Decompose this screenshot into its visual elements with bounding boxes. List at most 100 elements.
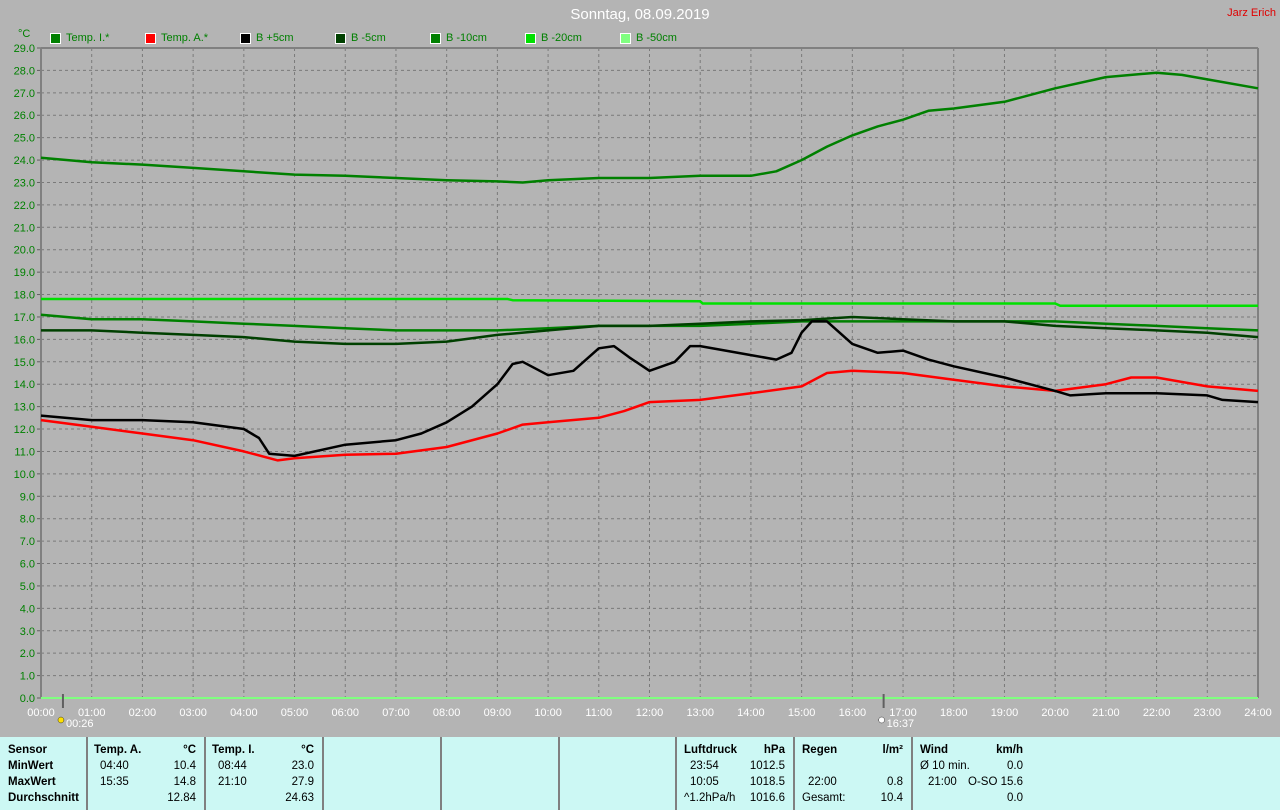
pressure-current: 1016.6 [749,792,785,804]
x-tick-label: 23:00 [1194,707,1222,719]
col-rain: Regen l/m² 22:00 0.8 Gesamt: 10.4 [795,737,913,810]
pressure-unit: hPa [763,744,785,756]
avg-label: Durchschnitt [8,792,79,804]
y-tick-label: 25.0 [14,133,35,145]
wind-unit: km/h [996,744,1023,756]
x-tick-label: 12:00 [636,707,664,719]
wind-header: Wind [920,744,948,756]
rain-unit: l/m² [882,744,903,756]
x-tick-label: 07:00 [382,707,410,719]
x-tick-label: 09:00 [484,707,512,719]
y-tick-label: 0.0 [20,693,35,705]
temp-i-max-time: 21:10 [218,776,247,788]
y-tick-label: 8.0 [20,514,35,526]
temp-i-unit: °C [301,744,314,756]
x-tick-label: 15:00 [788,707,816,719]
y-tick-label: 28.0 [14,65,35,77]
temp-a-min: 10.4 [173,760,196,772]
pressure-min-time: 23:54 [690,760,719,772]
sensor-header: Sensor [8,744,47,756]
y-tick-label: 7.0 [20,536,35,548]
temp-a-unit: °C [183,744,196,756]
temp-a-min-time: 04:40 [100,760,129,772]
rain-max: 0.8 [887,776,903,788]
col-empty-3 [560,737,677,810]
y-tick-label: 4.0 [20,603,35,615]
wind-avg: 0.0 [1007,760,1023,772]
col-temp-a: Temp. A. °C 04:40 10.4 15:35 14.8 12.84 [88,737,206,810]
temp-a-max-time: 15:35 [100,776,129,788]
x-tick-label: 22:00 [1143,707,1171,719]
pressure-min: 1012.5 [749,760,785,772]
pressure-trend: ^1.2hPa/h [684,792,736,804]
y-tick-label: 10.0 [14,469,35,481]
y-tick-label: 23.0 [14,177,35,189]
temp-a-avg: 12.84 [167,792,196,804]
temp-a-max: 14.8 [173,776,196,788]
y-tick-label: 24.0 [14,155,35,167]
x-tick-label: 21:00 [1092,707,1120,719]
sun-marker-label: 16:37 [887,718,915,730]
temp-i-header: Temp. I. [212,744,255,756]
temp-i-min-time: 08:44 [218,760,247,772]
x-tick-label: 14:00 [737,707,765,719]
y-tick-label: 6.0 [20,559,35,571]
x-tick-label: 20:00 [1041,707,1069,719]
sunrise-icon [57,716,65,724]
y-tick-label: 26.0 [14,110,35,122]
y-tick-label: 1.0 [20,671,35,683]
rain-header: Regen [802,744,838,756]
min-label: MinWert [8,760,54,772]
statistics-panel: Sensor MinWert MaxWert Durchschnitt Temp… [0,737,1280,810]
rain-total: 10.4 [880,792,903,804]
y-tick-label: 14.0 [14,379,35,391]
y-tick-label: 22.0 [14,200,35,212]
temp-i-max: 27.9 [291,776,314,788]
x-tick-label: 05:00 [281,707,309,719]
x-tick-label: 19:00 [991,707,1019,719]
y-tick-label: 2.0 [20,648,35,660]
y-tick-label: 15.0 [14,357,35,369]
col-sensor: Sensor MinWert MaxWert Durchschnitt [0,737,88,810]
y-tick-label: 20.0 [14,245,35,257]
x-tick-label: 11:00 [585,707,612,719]
wind-avg-label: Ø 10 min. [920,760,970,772]
wind-max: O-SO 15.6 [968,776,1023,788]
col-pressure: Luftdruck hPa 23:54 1012.5 10:05 1018.5 ^1.… [677,737,795,810]
col-empty-1 [324,737,442,810]
sunset-icon [878,716,885,724]
y-tick-label: 29.0 [14,43,35,55]
y-tick-label: 19.0 [14,267,35,279]
pressure-header: Luftdruck [684,744,738,756]
y-tick-label: 16.0 [14,334,35,346]
x-tick-label: 00:00 [27,707,55,719]
col-empty-2 [442,737,560,810]
temp-i-avg: 24.63 [285,792,314,804]
y-tick-label: 3.0 [20,626,35,638]
sun-marker-label: 00:26 [66,718,94,730]
y-tick-label: 12.0 [14,424,35,436]
rain-total-label: Gesamt: [802,792,846,804]
x-tick-label: 13:00 [686,707,714,719]
col-temp-i: Temp. I. °C 08:44 23.0 21:10 27.9 24.63 [206,737,324,810]
y-tick-label: 9.0 [20,491,35,503]
temperature-chart: 0.0 1.0 2.0 3.0 4.0 5.0 6.0 7.0 8.0 9.0 10.0 11.0 12… [14,43,1272,730]
x-tick-label: 06:00 [331,707,359,719]
y-tick-label: 5.0 [20,581,35,593]
x-tick-label: 08:00 [433,707,461,719]
x-tick-label: 18:00 [940,707,968,719]
y-tick-label: 21.0 [14,222,35,234]
wind-max-time: 21:00 [928,776,957,788]
y-tick-label: 13.0 [14,402,35,414]
x-tick-label: 16:00 [839,707,867,719]
y-tick-label: 17.0 [14,312,35,324]
pressure-max-time: 10:05 [690,776,719,788]
pressure-max: 1018.5 [749,776,785,788]
x-tick-label: 03:00 [179,707,207,719]
y-tick-label: 27.0 [14,88,35,100]
temp-a-header: Temp. A. [94,744,142,756]
rain-max-time: 22:00 [808,776,837,788]
y-tick-label: 18.0 [14,290,35,302]
y-tick-label: 11.0 [14,446,35,458]
x-tick-label: 04:00 [230,707,258,719]
